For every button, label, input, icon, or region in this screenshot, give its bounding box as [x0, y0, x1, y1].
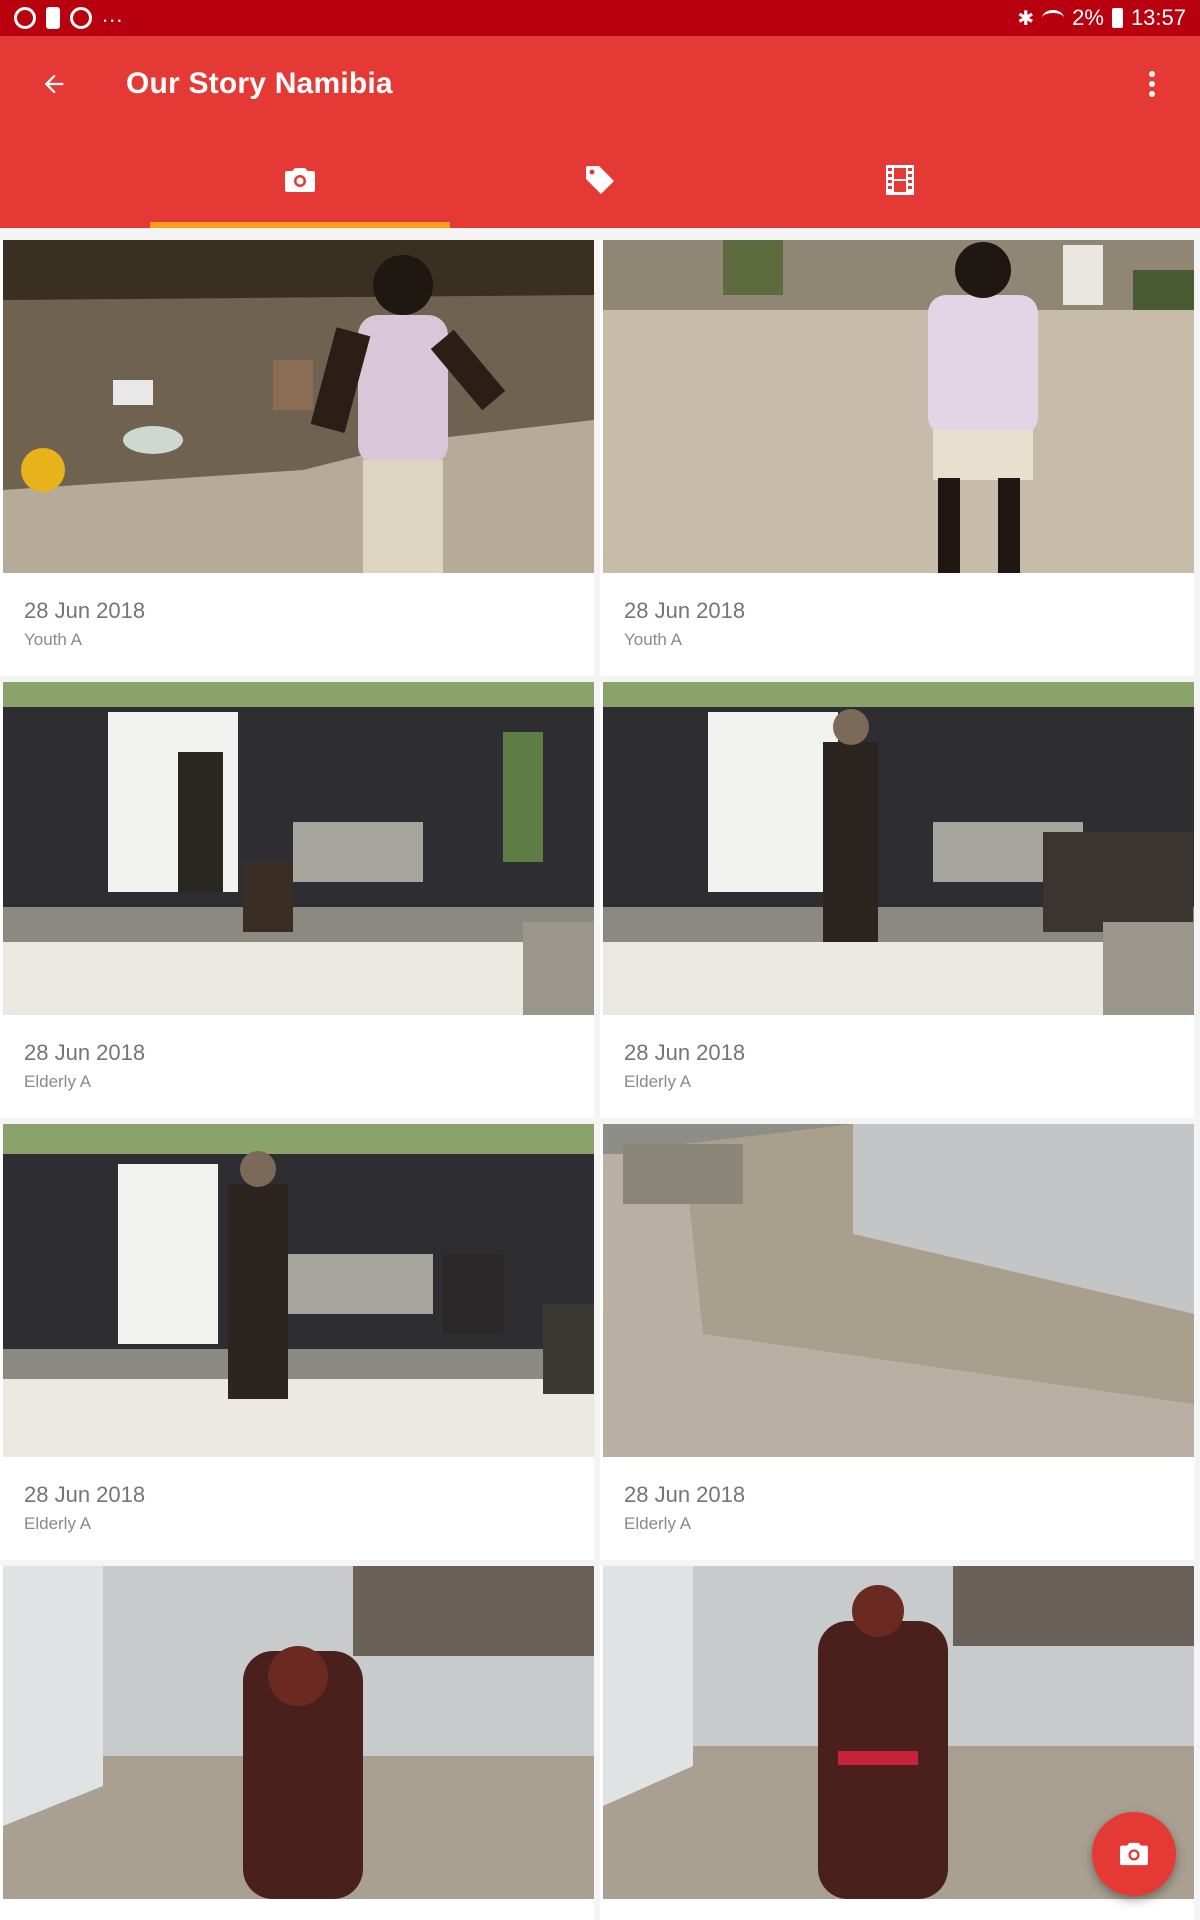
camera-icon — [1120, 1842, 1148, 1866]
app-bar: Our Story Namibia — [0, 36, 1200, 228]
photo-grid: 28 Jun 2018 Youth A 28 Jun 2018 Youth A — [0, 240, 1200, 1920]
status-bar: ... ✱ 2% 13:57 — [0, 0, 1200, 36]
toolbar: Our Story Namibia — [0, 36, 1200, 132]
photo-card[interactable]: 28 Jun 2018 Youth A — [0, 240, 594, 676]
photo-thumbnail — [3, 1566, 594, 1899]
tag-icon — [586, 166, 614, 194]
notification-icons: ... — [14, 2, 123, 29]
photo-meta: 28 Jun 2018 Elderly A — [624, 1040, 745, 1092]
wifi-icon — [1042, 10, 1065, 26]
take-photo-fab[interactable] — [1092, 1812, 1176, 1896]
sync-icon — [14, 7, 36, 29]
photo-card[interactable]: 28 Jun 2018 Elderly A — [0, 682, 594, 1118]
battery-icon — [1111, 8, 1123, 28]
photo-card[interactable]: 28 Jun 2018 Elderly A — [600, 1124, 1194, 1560]
bluetooth-icon: ✱ — [1017, 7, 1035, 30]
sync-icon — [70, 7, 92, 29]
photo-date: 28 Jun 2018 — [624, 598, 746, 623]
tab-videos[interactable] — [750, 132, 1050, 228]
photo-meta: 28 Jun 2018 Elderly A — [24, 1040, 145, 1092]
photo-card[interactable]: 28 Jun 2018 Elderly A — [600, 682, 1194, 1118]
photo-card[interactable]: 28 Jun 2018 Elderly A — [0, 1124, 594, 1560]
photo-thumbnail — [603, 682, 1194, 1015]
battery-percent: 2% — [1072, 5, 1104, 30]
photo-thumbnail — [3, 682, 594, 1015]
overflow-menu-button[interactable] — [1104, 36, 1200, 132]
photo-thumbnail — [603, 240, 1194, 573]
alert-icon — [46, 7, 60, 29]
photo-participant: Youth A — [24, 630, 82, 649]
photo-thumbnail — [603, 1124, 1194, 1457]
photo-thumbnail — [3, 240, 594, 573]
system-icons: ✱ 2% 13:57 — [1017, 5, 1186, 31]
tab-bar — [0, 132, 1200, 228]
photo-meta: 28 Jun 2018 Elderly A — [24, 1482, 145, 1534]
tab-tags[interactable] — [450, 132, 750, 228]
photo-date: 28 Jun 2018 — [24, 598, 146, 623]
page-title: Our Story Namibia — [126, 67, 393, 100]
photo-card[interactable] — [0, 1566, 594, 1920]
more-vert-icon — [1149, 71, 1155, 97]
photo-participant: Elderly A — [624, 1072, 692, 1091]
more-notifications: ... — [102, 2, 124, 27]
photo-participant: Elderly A — [624, 1514, 692, 1533]
photo-participant: Elderly A — [24, 1514, 92, 1533]
clock: 13:57 — [1130, 5, 1186, 30]
photo-date: 28 Jun 2018 — [24, 1040, 146, 1065]
camera-icon — [285, 168, 315, 192]
photo-date: 28 Jun 2018 — [624, 1482, 746, 1507]
photo-participant: Youth A — [624, 630, 682, 649]
photo-card[interactable]: 28 Jun 2018 Youth A — [600, 240, 1194, 676]
photo-thumbnail — [3, 1124, 594, 1457]
back-button[interactable] — [0, 36, 108, 132]
film-icon — [886, 165, 914, 195]
photo-date: 28 Jun 2018 — [24, 1482, 146, 1507]
photo-meta: 28 Jun 2018 Youth A — [624, 598, 745, 650]
tab-photos[interactable] — [150, 132, 450, 228]
photo-participant: Elderly A — [24, 1072, 92, 1091]
arrow-back-icon — [44, 74, 64, 94]
photo-meta: 28 Jun 2018 Elderly A — [624, 1482, 745, 1534]
photo-meta: 28 Jun 2018 Youth A — [24, 598, 145, 650]
photo-date: 28 Jun 2018 — [624, 1040, 746, 1065]
